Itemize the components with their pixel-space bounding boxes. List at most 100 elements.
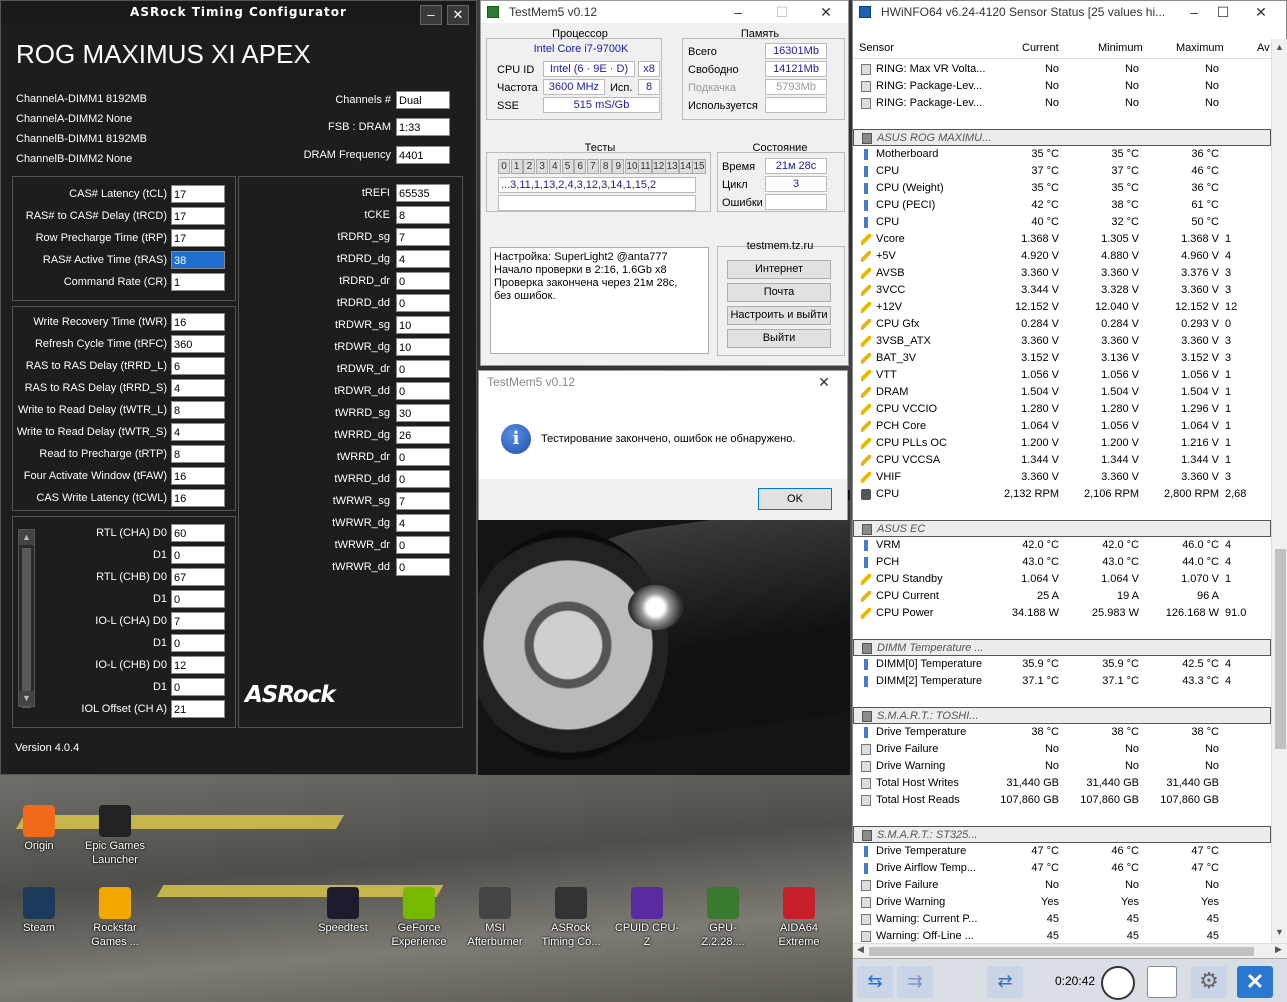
close-button[interactable]: ✕	[804, 1, 848, 23]
scroll-thumb[interactable]	[1275, 549, 1286, 749]
testmem-button[interactable]: Настроить и выйти	[727, 306, 831, 325]
sensor-row[interactable]: Drive Warning No No No	[853, 758, 1271, 775]
sensor-row[interactable]: PCH 43.0 °C 43.0 °C 44.0 °C 4	[853, 554, 1271, 571]
right-timing-input[interactable]: 4	[396, 514, 450, 532]
secondary-timing-input[interactable]: 16	[171, 467, 225, 485]
sensor-row[interactable]: VRM 42.0 °C 42.0 °C 46.0 °C 4	[853, 537, 1271, 554]
sensor-row[interactable]: VHIF 3.360 V 3.360 V 3.360 V 3	[853, 469, 1271, 486]
right-timing-input[interactable]: 8	[396, 206, 450, 224]
secondary-timing-input[interactable]: 8	[171, 445, 225, 463]
scroll-thumb[interactable]	[22, 548, 31, 708]
desktop-shortcut[interactable]: Speedtest	[308, 887, 378, 935]
sensor-row[interactable]: +12V 12.152 V 12.040 V 12.152 V 12	[853, 299, 1271, 316]
right-timing-input[interactable]: 7	[396, 492, 450, 510]
third-scrollbar[interactable]: ▲ ▼	[18, 529, 35, 708]
secondary-timing-input[interactable]: 4	[171, 379, 225, 397]
minimize-button[interactable]: –	[716, 1, 760, 23]
desktop-shortcut[interactable]: AIDA64 Extreme	[764, 887, 834, 949]
sensor-row[interactable]: Drive Failure No No No	[853, 877, 1271, 894]
sensor-row[interactable]: DIMM[2] Temperature 37.1 °C 37.1 °C 43.3 °C…	[853, 673, 1271, 690]
sensor-row[interactable]: VTT 1.056 V 1.056 V 1.056 V 1	[853, 367, 1271, 384]
sensor-row[interactable]: CPU Standby 1.064 V 1.064 V 1.070 V 1	[853, 571, 1271, 588]
vertical-scrollbar[interactable]: ▲ ▼	[1271, 39, 1287, 943]
third-timing-input[interactable]: 7	[171, 612, 225, 630]
right-timing-input[interactable]: 10	[396, 316, 450, 334]
right-timing-input[interactable]: 26	[396, 426, 450, 444]
sensor-row[interactable]: CPU VCCSA 1.344 V 1.344 V 1.344 V 1	[853, 452, 1271, 469]
scroll-up-icon[interactable]: ▲	[1275, 42, 1284, 52]
sensor-row[interactable]: CPU Power 34.188 W 25.983 W 126.168 W 91.0	[853, 605, 1271, 622]
third-timing-input[interactable]: 0	[171, 634, 225, 652]
close-button[interactable]: ✕	[1237, 1, 1285, 23]
sensor-row[interactable]: Drive Temperature 47 °C 46 °C 47 °C	[853, 843, 1271, 860]
sensor-group-row[interactable]: S.M.A.R.T.: TOSHI...	[853, 707, 1271, 724]
scroll-up-icon[interactable]: ▲	[19, 530, 34, 545]
desktop-shortcut[interactable]: MSI Afterburner	[460, 887, 530, 949]
secondary-timing-input[interactable]: 4	[171, 423, 225, 441]
third-timing-input[interactable]: 0	[171, 546, 225, 564]
primary-timing-input[interactable]: 17	[171, 185, 225, 203]
sensor-row[interactable]: CPU (Weight) 35 °C 35 °C 36 °C	[853, 180, 1271, 197]
testmem-button[interactable]: Выйти	[727, 329, 831, 348]
sensor-row[interactable]: AVSB 3.360 V 3.360 V 3.376 V 3	[853, 265, 1271, 282]
third-timing-input[interactable]: 67	[171, 568, 225, 586]
sensor-row[interactable]: 3VSB_ATX 3.360 V 3.360 V 3.360 V 3	[853, 333, 1271, 350]
sensor-row[interactable]: CPU VCCIO 1.280 V 1.280 V 1.296 V 1	[853, 401, 1271, 418]
right-timing-input[interactable]: 30	[396, 404, 450, 422]
right-timing-input[interactable]: 0	[396, 448, 450, 466]
right-timing-input[interactable]: 7	[396, 228, 450, 246]
sensor-row[interactable]: RING: Package-Lev... No No No	[853, 95, 1271, 112]
col-average[interactable]: Av	[1257, 42, 1270, 54]
right-timing-input[interactable]: 10	[396, 338, 450, 356]
sensor-row[interactable]: CPU (PECI) 42 °C 38 °C 61 °C	[853, 197, 1271, 214]
right-timing-input[interactable]: 0	[396, 536, 450, 554]
nav-back-forward-icon[interactable]: ⇆	[857, 966, 893, 998]
sensor-row[interactable]: CPU PLLs OC 1.200 V 1.200 V 1.216 V 1	[853, 435, 1271, 452]
sensor-row[interactable]: CPU Current 25 A 19 A 96 A	[853, 588, 1271, 605]
report-icon[interactable]	[1147, 966, 1177, 998]
desktop-shortcut[interactable]: Steam	[4, 887, 74, 935]
close-button[interactable]: ✕	[447, 5, 469, 25]
third-timing-input[interactable]: 21	[171, 700, 225, 718]
right-timing-input[interactable]: 0	[396, 470, 450, 488]
ok-button[interactable]: OK	[758, 488, 832, 510]
horizontal-scrollbar[interactable]: ◀ ▶	[853, 943, 1287, 958]
scroll-right-icon[interactable]: ▶	[1275, 944, 1282, 955]
desktop-shortcut[interactable]: Epic Games Launcher	[80, 805, 150, 867]
primary-timing-input[interactable]: 1	[171, 273, 225, 291]
sensor-row[interactable]: Drive Airflow Temp... 47 °C 46 °C 47 °C	[853, 860, 1271, 877]
primary-timing-input[interactable]: 17	[171, 207, 225, 225]
sensor-group-row[interactable]: ASUS EC	[853, 520, 1271, 537]
right-timing-input[interactable]: 0	[396, 294, 450, 312]
sensor-row[interactable]: Drive Failure No No No	[853, 741, 1271, 758]
sensor-row[interactable]: +5V 4.920 V 4.880 V 4.960 V 4	[853, 248, 1271, 265]
third-timing-input[interactable]: 60	[171, 524, 225, 542]
exit-icon[interactable]: ✕	[1237, 966, 1273, 998]
desktop-shortcut[interactable]: CPUID CPU-Z	[612, 887, 682, 949]
testmem-button[interactable]: Почта	[727, 283, 831, 302]
network-icon[interactable]: ⇄	[987, 966, 1023, 998]
desktop-shortcut[interactable]: GPU-Z.2.28....	[688, 887, 758, 949]
sensor-row[interactable]: Total Host Reads 107,860 GB 107,860 GB 107,…	[853, 792, 1271, 809]
sensor-row[interactable]: Motherboard 35 °C 35 °C 36 °C	[853, 146, 1271, 163]
right-timing-input[interactable]: 0	[396, 360, 450, 378]
primary-timing-input[interactable]: 17	[171, 229, 225, 247]
scroll-left-icon[interactable]: ◀	[857, 944, 864, 955]
sensor-row[interactable]: Drive Warning Yes Yes Yes	[853, 894, 1271, 911]
clock-icon[interactable]	[1101, 966, 1135, 1000]
sensor-group-row[interactable]: ASUS ROG MAXIMU...	[853, 129, 1271, 146]
sensor-row[interactable]: Warning: Off-Line ... 45 45 45	[853, 928, 1271, 943]
secondary-timing-input[interactable]: 16	[171, 489, 225, 507]
desktop-shortcut[interactable]: Origin	[4, 805, 74, 853]
sensor-row[interactable]: Warning: Current P... 45 45 45	[853, 911, 1271, 928]
sensor-row[interactable]: BAT_3V 3.152 V 3.136 V 3.152 V 3	[853, 350, 1271, 367]
dialog-close-button[interactable]: ✕	[809, 371, 839, 393]
third-timing-input[interactable]: 0	[171, 678, 225, 696]
scroll-down-icon[interactable]: ▼	[1275, 927, 1284, 937]
secondary-timing-input[interactable]: 6	[171, 357, 225, 375]
sensor-row[interactable]: RING: Max VR Volta... No No No	[853, 61, 1271, 78]
sensor-row[interactable]: CPU 2,132 RPM 2,106 RPM 2,800 RPM 2,68	[853, 486, 1271, 503]
right-timing-input[interactable]: 0	[396, 558, 450, 576]
right-timing-input[interactable]: 65535	[396, 184, 450, 202]
nav-collapse-icon[interactable]: ⇉	[897, 966, 933, 998]
